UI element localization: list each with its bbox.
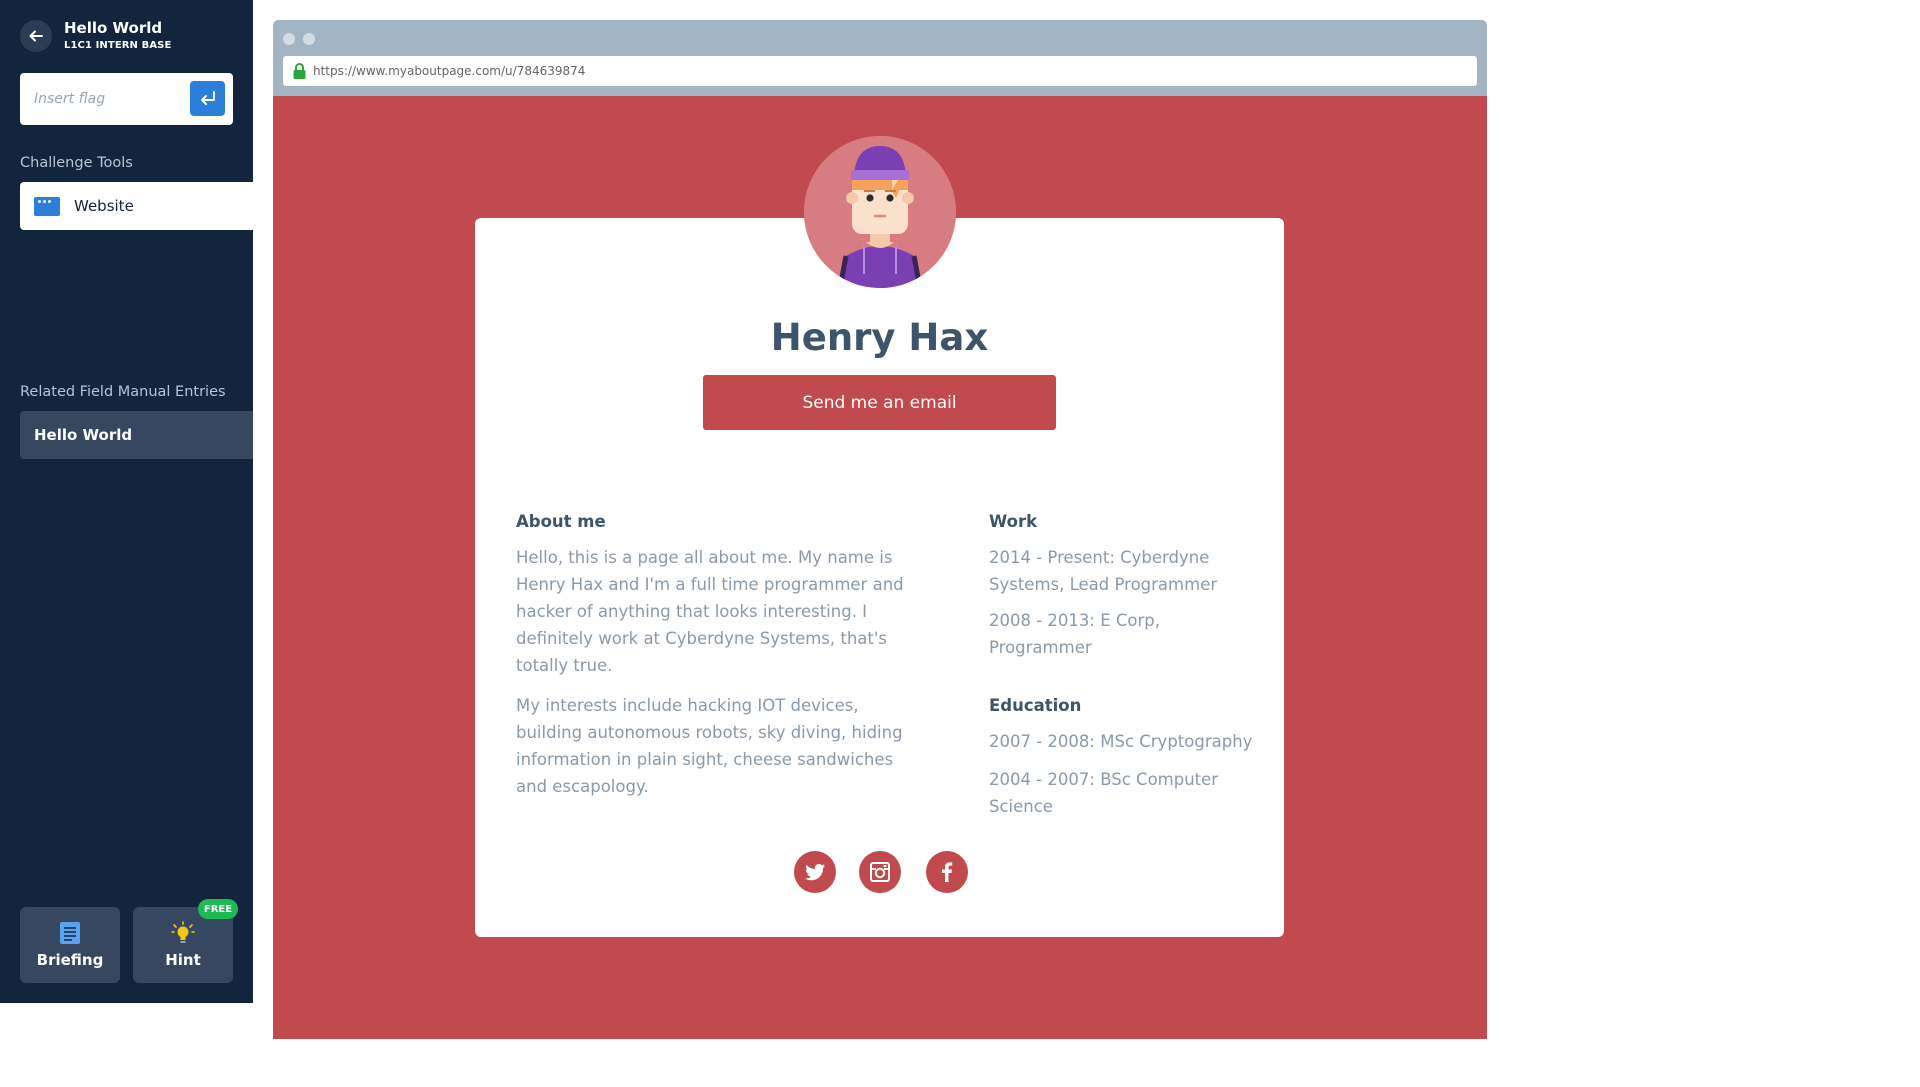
arrow-left-icon bbox=[29, 30, 43, 42]
browser-window-icon bbox=[34, 196, 60, 216]
send-email-button[interactable]: Send me an email bbox=[703, 375, 1056, 430]
manual-item-hello-world[interactable]: Hello World bbox=[20, 411, 253, 459]
instagram-button[interactable] bbox=[859, 851, 901, 893]
briefing-label: Briefing bbox=[36, 951, 104, 969]
url-text: https://www.myaboutpage.com/u/784639874 bbox=[313, 64, 586, 78]
hacker-avatar-icon bbox=[804, 136, 956, 288]
tool-item-label: Website bbox=[74, 197, 134, 215]
facebook-icon bbox=[942, 862, 953, 882]
twitter-button[interactable] bbox=[794, 851, 836, 893]
flag-submit-button[interactable] bbox=[190, 81, 225, 116]
flag-form bbox=[20, 73, 233, 125]
instagram-icon bbox=[870, 862, 890, 882]
browser-window: https://www.myaboutpage.com/u/784639874 … bbox=[273, 20, 1487, 1039]
document-icon bbox=[60, 922, 80, 944]
lightbulb-icon bbox=[171, 921, 195, 943]
work-item: 2014 - Present: Cyberdyne Systems, Lead … bbox=[989, 548, 1218, 594]
twitter-icon bbox=[805, 864, 825, 881]
sidebar: Hello World L1C1 INTERN BASE Challenge T… bbox=[0, 0, 253, 1003]
address-bar[interactable]: https://www.myaboutpage.com/u/784639874 bbox=[283, 56, 1477, 86]
browser-toolbar: https://www.myaboutpage.com/u/784639874 bbox=[273, 20, 1487, 96]
education-item: 2007 - 2008: MSc Cryptography bbox=[989, 732, 1253, 751]
education-heading: Education bbox=[989, 696, 1082, 715]
about-heading: About me bbox=[516, 512, 606, 531]
work-item: 2008 - 2013: E Corp, Programmer bbox=[989, 611, 1161, 657]
challenge-tools-heading: Challenge Tools bbox=[20, 155, 133, 171]
free-badge: FREE bbox=[198, 899, 238, 919]
challenge-title: Hello World bbox=[64, 19, 163, 37]
flag-input[interactable] bbox=[34, 87, 174, 111]
education-item: 2004 - 2007: BSc Computer Science bbox=[989, 770, 1219, 816]
window-dot-icon bbox=[303, 33, 315, 45]
work-heading: Work bbox=[989, 512, 1038, 531]
briefing-button[interactable]: Briefing bbox=[20, 907, 120, 983]
back-button[interactable] bbox=[20, 20, 52, 52]
avatar bbox=[804, 136, 956, 288]
hint-label: Hint bbox=[165, 951, 201, 969]
about-paragraph: My interests include hacking IOT devices… bbox=[516, 696, 903, 796]
window-dot-icon bbox=[283, 33, 295, 45]
profile-name: Henry Hax bbox=[770, 316, 989, 359]
field-manual-heading: Related Field Manual Entries bbox=[20, 384, 226, 400]
profile-card: Henry Hax Send me an email About me Hell… bbox=[475, 218, 1284, 937]
lock-icon bbox=[293, 63, 306, 79]
manual-item-label: Hello World bbox=[34, 426, 133, 444]
about-paragraph: Hello, this is a page all about me. My n… bbox=[516, 548, 904, 675]
tool-item-website[interactable]: Website bbox=[20, 182, 253, 230]
facebook-button[interactable] bbox=[926, 851, 968, 893]
enter-icon bbox=[200, 90, 215, 105]
challenge-subtitle: L1C1 INTERN BASE bbox=[64, 40, 172, 51]
